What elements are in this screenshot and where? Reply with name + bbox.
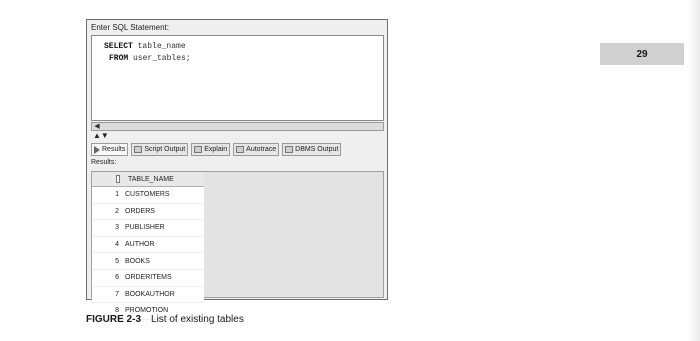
- sql-keyword: SELECT: [104, 42, 133, 51]
- table-row[interactable]: 1 CUSTOMERS: [92, 187, 204, 204]
- figure-number: FIGURE 2-3: [86, 314, 142, 325]
- sql-line-1: SELECT table_name: [104, 42, 186, 51]
- row-number: 5: [115, 257, 119, 265]
- row-number: 7: [115, 290, 119, 298]
- autotrace-icon: [236, 146, 245, 153]
- page-edge-shadow: [688, 0, 700, 341]
- row-number: 4: [115, 241, 119, 249]
- tab-dbms-output[interactable]: DBMS Output: [282, 143, 342, 156]
- row-number: 3: [115, 224, 119, 232]
- results-tab-bar: Results Script Output Explain Autotrace …: [91, 143, 342, 156]
- table-row[interactable]: 6 ORDERITEMS: [92, 269, 204, 287]
- tab-results[interactable]: Results: [91, 143, 129, 156]
- play-icon: [94, 145, 100, 154]
- script-icon: [134, 146, 143, 153]
- splitter-arrows-icon[interactable]: ▲▼: [93, 132, 109, 140]
- table-row[interactable]: 4 AUTHOR: [92, 236, 204, 254]
- table-row[interactable]: 7 BOOKAUTHOR: [92, 286, 204, 304]
- sql-keyword: FROM: [109, 54, 129, 63]
- tab-label: DBMS Output: [295, 146, 339, 153]
- table-name-cell: BOOKAUTHOR: [125, 290, 175, 298]
- sql-text: table_name: [132, 42, 186, 51]
- table-name-cell: BOOKS: [125, 257, 150, 265]
- table-name-cell: ORDERS: [125, 207, 155, 215]
- table-name-cell: AUTHOR: [125, 241, 155, 249]
- tab-label: Explain: [204, 146, 228, 153]
- sql-developer-screenshot: Enter SQL Statement: SELECT table_name F…: [86, 19, 388, 320]
- editor-horizontal-scrollbar[interactable]: ◀: [91, 122, 384, 131]
- table-name-cell: PUBLISHER: [125, 224, 165, 232]
- page-number: 29: [600, 43, 684, 65]
- tab-label: Results: [102, 146, 126, 153]
- book-page: 29 Enter SQL Statement: SELECT table_nam…: [0, 0, 700, 341]
- sql-line-2: FROM user_tables;: [109, 54, 191, 63]
- explain-icon: [194, 146, 203, 153]
- table-row[interactable]: 2 ORDERS: [92, 203, 204, 221]
- caption-text: List of existing tables: [151, 314, 244, 325]
- results-grid[interactable]: TABLE_NAME 1 CUSTOMERS 2 ORDERS 3 PUBLIS…: [91, 171, 384, 320]
- tab-script-output[interactable]: Script Output: [131, 143, 189, 156]
- dbms-output-icon: [285, 146, 294, 153]
- sql-statement-label: Enter SQL Statement:: [91, 23, 169, 32]
- tab-label: Autotrace: [246, 146, 277, 153]
- tab-autotrace[interactable]: Autotrace: [233, 143, 280, 156]
- figure-caption: FIGURE 2-3 List of existing tables: [86, 314, 244, 325]
- sql-editor[interactable]: SELECT table_name FROM user_tables;: [91, 35, 384, 121]
- tab-explain[interactable]: Explain: [191, 143, 231, 156]
- tab-label: Script Output: [144, 146, 186, 153]
- column-header-table-name[interactable]: TABLE_NAME: [122, 172, 204, 186]
- scroll-left-icon[interactable]: ◀: [93, 123, 101, 130]
- column-icon: [116, 175, 120, 183]
- row-number: 6: [115, 274, 119, 282]
- row-number: 2: [115, 207, 119, 215]
- row-number: 1: [115, 191, 119, 199]
- results-table: TABLE_NAME 1 CUSTOMERS 2 ORDERS 3 PUBLIS…: [92, 172, 204, 320]
- results-label: Results:: [91, 159, 117, 166]
- table-name-cell: ORDERITEMS: [125, 274, 172, 282]
- table-row[interactable]: 3 PUBLISHER: [92, 220, 204, 237]
- table-row[interactable]: 5 BOOKS: [92, 253, 204, 270]
- sql-text: user_tables;: [128, 54, 191, 63]
- grid-corner: [92, 172, 122, 186]
- table-name-cell: CUSTOMERS: [125, 191, 170, 199]
- grid-header: TABLE_NAME: [92, 172, 204, 187]
